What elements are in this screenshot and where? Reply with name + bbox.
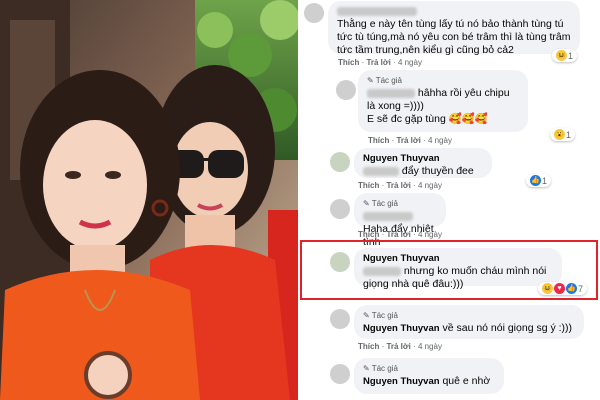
pen-icon: ✎ bbox=[367, 76, 374, 85]
like-reaction-icon: 👍 bbox=[530, 175, 541, 186]
blurred-name bbox=[367, 88, 415, 98]
reaction-count: 1 bbox=[568, 50, 574, 61]
commenter-name[interactable]: Nguyen Thuyvan bbox=[363, 152, 483, 165]
reaction-summary[interactable]: 😆 ♥ 👍 7 bbox=[538, 282, 588, 295]
blurred-name bbox=[363, 266, 401, 276]
reply-link[interactable]: Trả lời bbox=[396, 136, 420, 145]
author-badge: ✎ Tác giả bbox=[363, 364, 398, 373]
avatar[interactable] bbox=[330, 199, 350, 219]
selfie-photo bbox=[0, 0, 298, 400]
like-link[interactable]: Thích bbox=[338, 58, 359, 67]
author-badge: ✎ Tác giả bbox=[363, 199, 398, 208]
selfie-illustration bbox=[0, 0, 298, 400]
reaction-count: 1 bbox=[566, 129, 572, 140]
reaction-count: 7 bbox=[578, 283, 584, 294]
reply-link[interactable]: Trả lời bbox=[386, 181, 410, 190]
like-reaction-icon: 👍 bbox=[566, 283, 577, 294]
mentioned-name[interactable]: Nguyen Thuyvan bbox=[363, 376, 440, 387]
comment-bubble: Nguyen Thuyvan nhưng ko muốn cháu mình n… bbox=[354, 248, 562, 290]
comment-bubble: Nguyen Thuyvan đẩy thuyền đee bbox=[354, 148, 492, 178]
comment-thread: Thằng e này tên tùng lấy tú nó bảo thành… bbox=[300, 0, 600, 400]
blurred-name bbox=[363, 166, 399, 176]
timestamp[interactable]: 4 ngày bbox=[418, 181, 442, 190]
comment-bubble: ✎ Tác giả hâhha rồi yêu chipu là xong =))… bbox=[358, 70, 528, 132]
timestamp[interactable]: 4 ngày bbox=[428, 136, 452, 145]
comment-bubble: Thằng e này tên tùng lấy tú nó bảo thành… bbox=[328, 1, 580, 56]
pen-icon: ✎ bbox=[363, 199, 370, 208]
author-badge: ✎ Tác giả bbox=[363, 311, 398, 320]
timestamp[interactable]: 4 ngày bbox=[418, 230, 442, 239]
avatar[interactable] bbox=[330, 364, 350, 384]
blurred-name bbox=[363, 211, 413, 221]
avatar[interactable] bbox=[330, 152, 350, 172]
like-link[interactable]: Thích bbox=[368, 136, 389, 145]
comment-actions: Thích · Trả lời · 4 ngày bbox=[358, 342, 442, 351]
reaction-summary[interactable]: 👍 1 bbox=[526, 174, 552, 187]
comment-text: về sau nó nói giọng sg ý :))) bbox=[442, 322, 573, 334]
avatar[interactable] bbox=[336, 80, 356, 100]
comment-bubble: ✎ Tác giả Haha đẩy nhiệt tình bbox=[354, 193, 446, 248]
reaction-summary[interactable]: 😮 1 bbox=[550, 128, 576, 141]
comment-text: Thằng e này tên tùng lấy tú nó bảo thành… bbox=[337, 18, 571, 56]
pen-icon: ✎ bbox=[363, 311, 370, 320]
author-badge: ✎ Tác giả bbox=[367, 76, 402, 85]
comment-actions: Thích · Trả lời · 4 ngày bbox=[368, 136, 452, 145]
comment-text: quê e nhờ bbox=[442, 375, 491, 387]
timestamp[interactable]: 4 ngày bbox=[398, 58, 422, 67]
reply-link[interactable]: Trả lời bbox=[386, 230, 410, 239]
commenter-name[interactable]: Nguyen Thuyvan bbox=[363, 252, 553, 265]
like-link[interactable]: Thích bbox=[358, 342, 379, 351]
comment-actions: Thích · Trả lời · 4 ngày bbox=[358, 230, 442, 239]
comment-actions: Thích · Trả lời · 4 ngày bbox=[358, 181, 442, 190]
avatar[interactable] bbox=[330, 252, 350, 272]
reaction-count: 1 bbox=[542, 175, 548, 186]
haha-reaction-icon: 😆 bbox=[556, 50, 567, 61]
blurred-name bbox=[337, 6, 417, 16]
reply-link[interactable]: Trả lời bbox=[386, 342, 410, 351]
avatar[interactable] bbox=[304, 3, 324, 23]
reaction-summary[interactable]: 😆 1 bbox=[552, 49, 578, 62]
comment-text: đẩy thuyền đee bbox=[401, 165, 474, 177]
comment-bubble: ✎ Tác giả Nguyen Thuyvan về sau nó nói gi… bbox=[354, 305, 584, 339]
like-link[interactable]: Thích bbox=[358, 230, 379, 239]
avatar[interactable] bbox=[330, 309, 350, 329]
pen-icon: ✎ bbox=[363, 364, 370, 373]
comment-bubble: ✎ Tác giả Nguyen Thuyvan quê e nhờ bbox=[354, 358, 504, 394]
haha-reaction-icon: 😆 bbox=[542, 283, 553, 294]
love-reaction-icon: ♥ bbox=[554, 283, 565, 294]
comment-actions: Thích · Trả lời · 4 ngày bbox=[338, 58, 422, 67]
reply-link[interactable]: Trả lời bbox=[366, 58, 390, 67]
like-link[interactable]: Thích bbox=[358, 181, 379, 190]
mentioned-name[interactable]: Nguyen Thuyvan bbox=[363, 323, 440, 334]
wow-reaction-icon: 😮 bbox=[554, 129, 565, 140]
timestamp[interactable]: 4 ngày bbox=[418, 342, 442, 351]
